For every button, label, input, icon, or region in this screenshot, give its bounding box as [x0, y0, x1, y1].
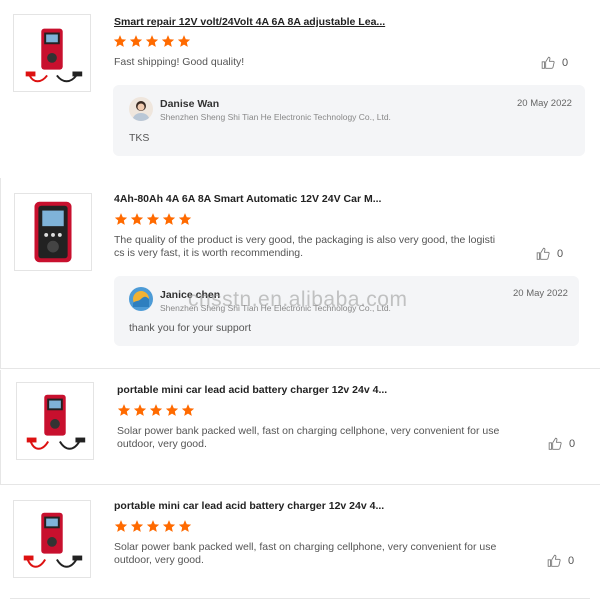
star-icon — [114, 520, 128, 532]
star-icon — [165, 404, 179, 416]
star-rating — [114, 519, 192, 533]
product-title-link[interactable]: 4Ah-80Ah 4A 6A 8A Smart Automatic 12V 24… — [114, 193, 381, 205]
like-count: 0 — [569, 438, 576, 450]
star-icon — [149, 404, 163, 416]
review-item: 4Ah-80Ah 4A 6A 8A Smart Automatic 12V 24… — [0, 178, 600, 369]
star-icon — [178, 213, 192, 225]
star-icon — [133, 404, 147, 416]
review-text-line: cs is very fast, it is worth recommendin… — [114, 247, 304, 259]
thumbs-up-icon — [536, 247, 550, 260]
avatar — [129, 97, 153, 121]
avatar — [129, 287, 153, 311]
thumbs-up-icon — [547, 554, 561, 567]
star-icon — [146, 213, 160, 225]
star-icon — [117, 404, 131, 416]
reply-date: 20 May 2022 — [517, 98, 572, 109]
seller-name: Janice chen — [160, 289, 221, 301]
product-thumbnail[interactable] — [13, 500, 91, 578]
divider — [10, 598, 590, 599]
star-rating — [117, 403, 195, 417]
like-count: 0 — [562, 57, 569, 69]
review-item: portable mini car lead acid battery char… — [0, 370, 600, 485]
review-text: Solar power bank packed well, fast on ch… — [114, 541, 504, 567]
product-thumbnail[interactable] — [13, 14, 91, 92]
star-icon — [162, 520, 176, 532]
reply-text: TKS — [129, 132, 150, 144]
review-text-line: Fast shipping! Good quality! — [114, 56, 245, 68]
like-button[interactable]: 0 — [536, 247, 563, 261]
review-text-line: outdoor, very good. — [114, 554, 204, 566]
seller-name: Danise Wan — [160, 98, 220, 110]
star-icon — [177, 35, 191, 47]
review-text: Solar power bank packed well, fast on ch… — [117, 425, 507, 451]
star-icon — [145, 35, 159, 47]
product-thumbnail[interactable] — [14, 193, 92, 271]
review-text: Fast shipping! Good quality! — [114, 56, 504, 69]
like-count: 0 — [557, 248, 564, 260]
thumbs-up-icon — [548, 437, 562, 450]
like-button[interactable]: 0 — [548, 437, 575, 451]
product-title-link[interactable]: Smart repair 12V volt/24Volt 4A 6A 8A ad… — [114, 16, 385, 28]
star-icon — [129, 35, 143, 47]
review-text-line: outdoor, very good. — [117, 438, 207, 450]
star-icon — [113, 35, 127, 47]
battery-charger-image — [34, 201, 72, 263]
review-text: The quality of the product is very good,… — [114, 234, 504, 260]
product-title-link[interactable]: portable mini car lead acid battery char… — [114, 500, 384, 512]
star-icon — [114, 213, 128, 225]
review-item: Smart repair 12V volt/24Volt 4A 6A 8A ad… — [0, 0, 600, 178]
company-name: Shenzhen Sheng Shi Tian He Electronic Te… — [160, 112, 391, 122]
like-button[interactable]: 0 — [547, 554, 574, 568]
product-thumbnail[interactable] — [16, 382, 94, 460]
company-name: Shenzhen Sheng Shi Tian He Electronic Te… — [160, 303, 391, 313]
review-text-line: Solar power bank packed well, fast on ch… — [114, 541, 497, 553]
seller-reply: Danise Wan Shenzhen Sheng Shi Tian He El… — [113, 85, 585, 156]
reply-text: thank you for your support — [129, 322, 251, 334]
like-button[interactable]: 0 — [541, 56, 568, 70]
star-icon — [181, 404, 195, 416]
star-icon — [161, 35, 175, 47]
star-icon — [162, 213, 176, 225]
review-item: portable mini car lead acid battery char… — [0, 488, 600, 600]
star-icon — [178, 520, 192, 532]
thumbs-up-icon — [541, 56, 555, 69]
star-icon — [130, 213, 144, 225]
reply-date: 20 May 2022 — [513, 288, 568, 299]
star-icon — [146, 520, 160, 532]
seller-reply: Janice chen Shenzhen Sheng Shi Tian He E… — [114, 276, 579, 346]
battery-charger-image — [23, 512, 83, 568]
like-count: 0 — [568, 555, 575, 567]
star-rating — [113, 34, 191, 48]
review-text-line: Solar power bank packed well, fast on ch… — [117, 425, 500, 437]
battery-charger-image — [26, 394, 86, 450]
review-text-line: The quality of the product is very good,… — [114, 234, 496, 246]
star-rating — [114, 212, 192, 226]
battery-charger-image — [25, 28, 83, 83]
product-title-link[interactable]: portable mini car lead acid battery char… — [117, 384, 387, 396]
star-icon — [130, 520, 144, 532]
